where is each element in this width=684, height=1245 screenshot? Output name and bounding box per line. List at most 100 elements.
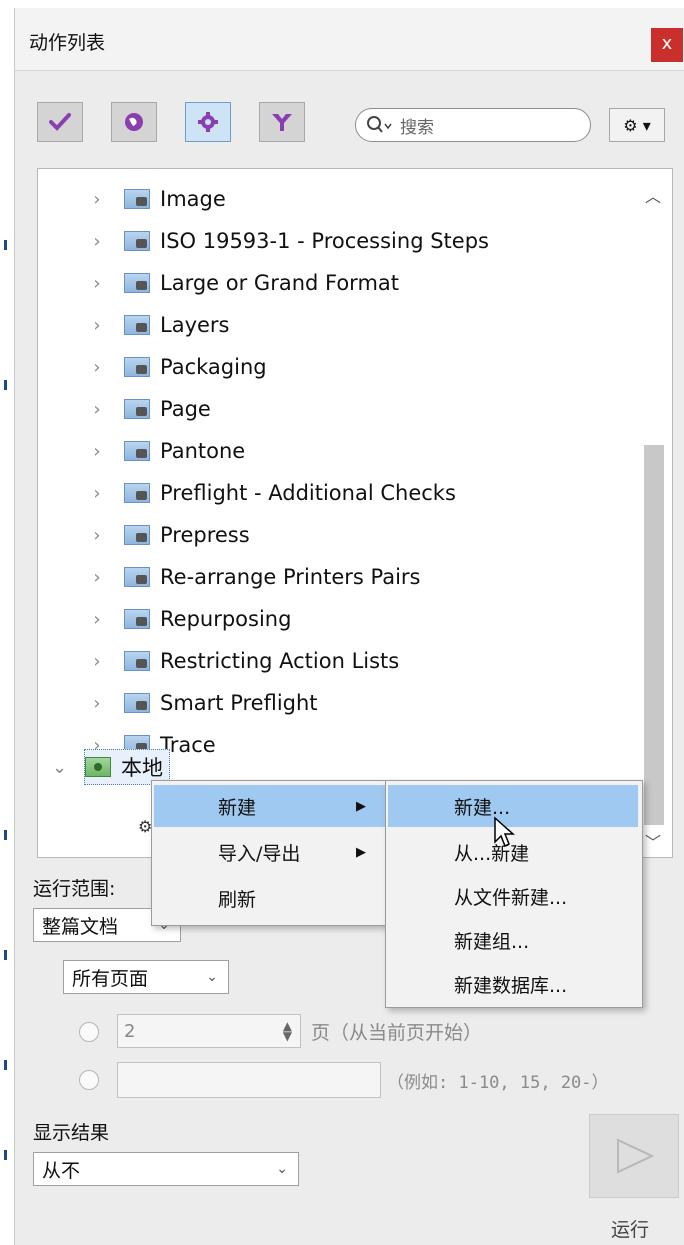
chevron-right-icon[interactable]: › — [90, 693, 104, 714]
options-dropdown-button[interactable]: ⚙ ▾ — [609, 108, 665, 142]
submenu-item-new-group[interactable]: 新建组... — [388, 919, 638, 961]
page-suffix-label: 页（从当前页开始） — [311, 1022, 483, 1044]
submenu-item-new-database[interactable]: 新建数据库... — [388, 963, 638, 1005]
range-hint-label: （例如: 1-10, 15, 20-） — [387, 1073, 609, 1093]
folder-green-icon — [85, 757, 111, 777]
chevron-right-icon[interactable]: › — [90, 399, 104, 420]
tree-item[interactable]: › ISO 19593-1 - Processing Steps — [38, 221, 638, 261]
tree-item-label: Pantone — [160, 439, 246, 463]
chevron-right-icon[interactable]: › — [90, 231, 104, 252]
chevron-right-icon[interactable]: › — [90, 273, 104, 294]
tree-item-label: Re-arrange Printers Pairs — [160, 565, 421, 589]
tree-item[interactable]: › Prepress — [38, 515, 638, 555]
show-results-value: 从不 — [42, 1159, 81, 1182]
tree-item-label: Repurposing — [160, 607, 292, 631]
run-scope-label: 运行范围: — [33, 878, 116, 900]
page-range-input[interactable] — [117, 1062, 381, 1098]
globe-icon — [125, 113, 143, 131]
folder-icon — [124, 483, 150, 503]
tree-item[interactable]: › Re-arrange Printers Pairs — [38, 557, 638, 597]
tree-item-label: Packaging — [160, 355, 267, 379]
tree-item-label: Prepress — [160, 523, 250, 547]
checkmark-filter-button[interactable] — [37, 102, 83, 142]
folder-icon — [124, 273, 150, 293]
options-gear-icon: ⚙ ▾ — [623, 115, 651, 135]
chevron-right-icon[interactable]: › — [90, 357, 104, 378]
tree-item-label: ISO 19593-1 - Processing Steps — [160, 229, 489, 253]
tree-item-label: Image — [160, 187, 226, 211]
chevron-right-icon[interactable]: › — [90, 189, 104, 210]
search-input[interactable]: 搜索 — [355, 108, 591, 142]
page-range-radio[interactable] — [79, 1070, 99, 1090]
folder-icon — [124, 651, 150, 671]
tree-item[interactable]: › Preflight - Additional Checks — [38, 473, 638, 513]
tree-item[interactable]: › Restricting Action Lists — [38, 641, 638, 681]
tree-item-label: Layers — [160, 313, 230, 337]
chevron-right-icon[interactable]: › — [90, 609, 104, 630]
search-icon — [367, 116, 392, 133]
chevron-down-icon: ⌄ — [276, 1161, 288, 1177]
new-submenu: 新建... 从...新建 从文件新建... 新建组... 新建数据库... — [385, 780, 643, 1008]
tree-item[interactable]: › Large or Grand Format — [38, 263, 638, 303]
checkmark-icon — [49, 113, 71, 131]
tree-item-local-label: 本地 — [121, 756, 163, 780]
folder-icon — [124, 567, 150, 587]
scope-value: 整篇文档 — [42, 915, 119, 938]
panel-title: 动作列表 — [29, 32, 106, 54]
tree-item[interactable]: › Repurposing — [38, 599, 638, 639]
pages-value: 所有页面 — [72, 967, 149, 990]
scroll-up-arrow[interactable]: ︿ — [643, 183, 663, 207]
spinner-arrows-icon[interactable]: ▲ ▼ — [283, 1020, 292, 1042]
tree-item[interactable]: › Layers — [38, 305, 638, 345]
chevron-right-icon[interactable]: › — [90, 483, 104, 504]
folder-icon — [124, 189, 150, 209]
tree-item-label: Large or Grand Format — [160, 271, 400, 295]
gear-icon — [198, 112, 218, 132]
folder-icon — [124, 399, 150, 419]
show-results-select[interactable]: 从不 ⌄ — [33, 1152, 299, 1186]
chevron-right-icon[interactable]: › — [90, 441, 104, 462]
folder-icon — [124, 357, 150, 377]
close-button[interactable]: x — [651, 28, 683, 62]
submenu-arrow-icon: ▶ — [356, 798, 366, 814]
submenu-item-new-from-file[interactable]: 从文件新建... — [388, 875, 638, 917]
filter-button[interactable] — [259, 102, 305, 142]
mouse-cursor-icon — [494, 816, 515, 848]
chevron-right-icon[interactable]: › — [90, 525, 104, 546]
folder-icon — [124, 315, 150, 335]
folder-icon — [124, 609, 150, 629]
tree-item-label: Page — [160, 397, 211, 421]
run-label: 运行 — [611, 1219, 650, 1241]
tree-item[interactable]: › Image — [38, 179, 638, 219]
page-number-value: 2 — [124, 1020, 136, 1042]
page-count-radio[interactable] — [79, 1022, 99, 1042]
menu-item-refresh[interactable]: 刷新 — [154, 877, 386, 919]
tree-item[interactable]: › Smart Preflight — [38, 683, 638, 723]
scrollbar-thumb[interactable] — [644, 445, 664, 825]
filter-icon — [272, 114, 292, 131]
action-tree[interactable]: › Image › ISO 19593-1 - Processing Steps › La… — [37, 168, 673, 858]
pages-select[interactable]: 所有页面 ⌄ — [63, 960, 229, 994]
search-placeholder: 搜索 — [400, 117, 434, 138]
context-menu: 新建 ▶ 导入/导出 ▶ 刷新 — [151, 780, 391, 926]
tree-item[interactable]: › Page — [38, 389, 638, 429]
chevron-down-icon[interactable]: ⌄ — [52, 757, 67, 778]
scroll-down-arrow[interactable]: ﹀ — [643, 829, 663, 853]
chevron-down-icon: ⌄ — [206, 969, 218, 985]
chevron-right-icon[interactable]: › — [90, 315, 104, 336]
menu-item-new[interactable]: 新建 ▶ — [154, 785, 386, 827]
tree-item[interactable]: › Pantone — [38, 431, 638, 471]
gear-filter-button[interactable] — [185, 102, 231, 142]
play-icon — [617, 1138, 655, 1174]
tree-item-label: Restricting Action Lists — [160, 649, 400, 673]
chevron-right-icon[interactable]: › — [90, 567, 104, 588]
chevron-right-icon[interactable]: › — [90, 651, 104, 672]
run-button[interactable] — [589, 1114, 679, 1198]
globe-filter-button[interactable] — [111, 102, 157, 142]
page-number-spinner[interactable]: 2 ▲ ▼ — [117, 1014, 301, 1048]
tree-item[interactable]: › Packaging — [38, 347, 638, 387]
menu-item-import-export[interactable]: 导入/导出 ▶ — [154, 831, 386, 873]
left-edge-markers — [4, 0, 8, 1245]
submenu-arrow-icon: ▶ — [356, 844, 366, 860]
tree-item-label: Preflight - Additional Checks — [160, 481, 456, 505]
